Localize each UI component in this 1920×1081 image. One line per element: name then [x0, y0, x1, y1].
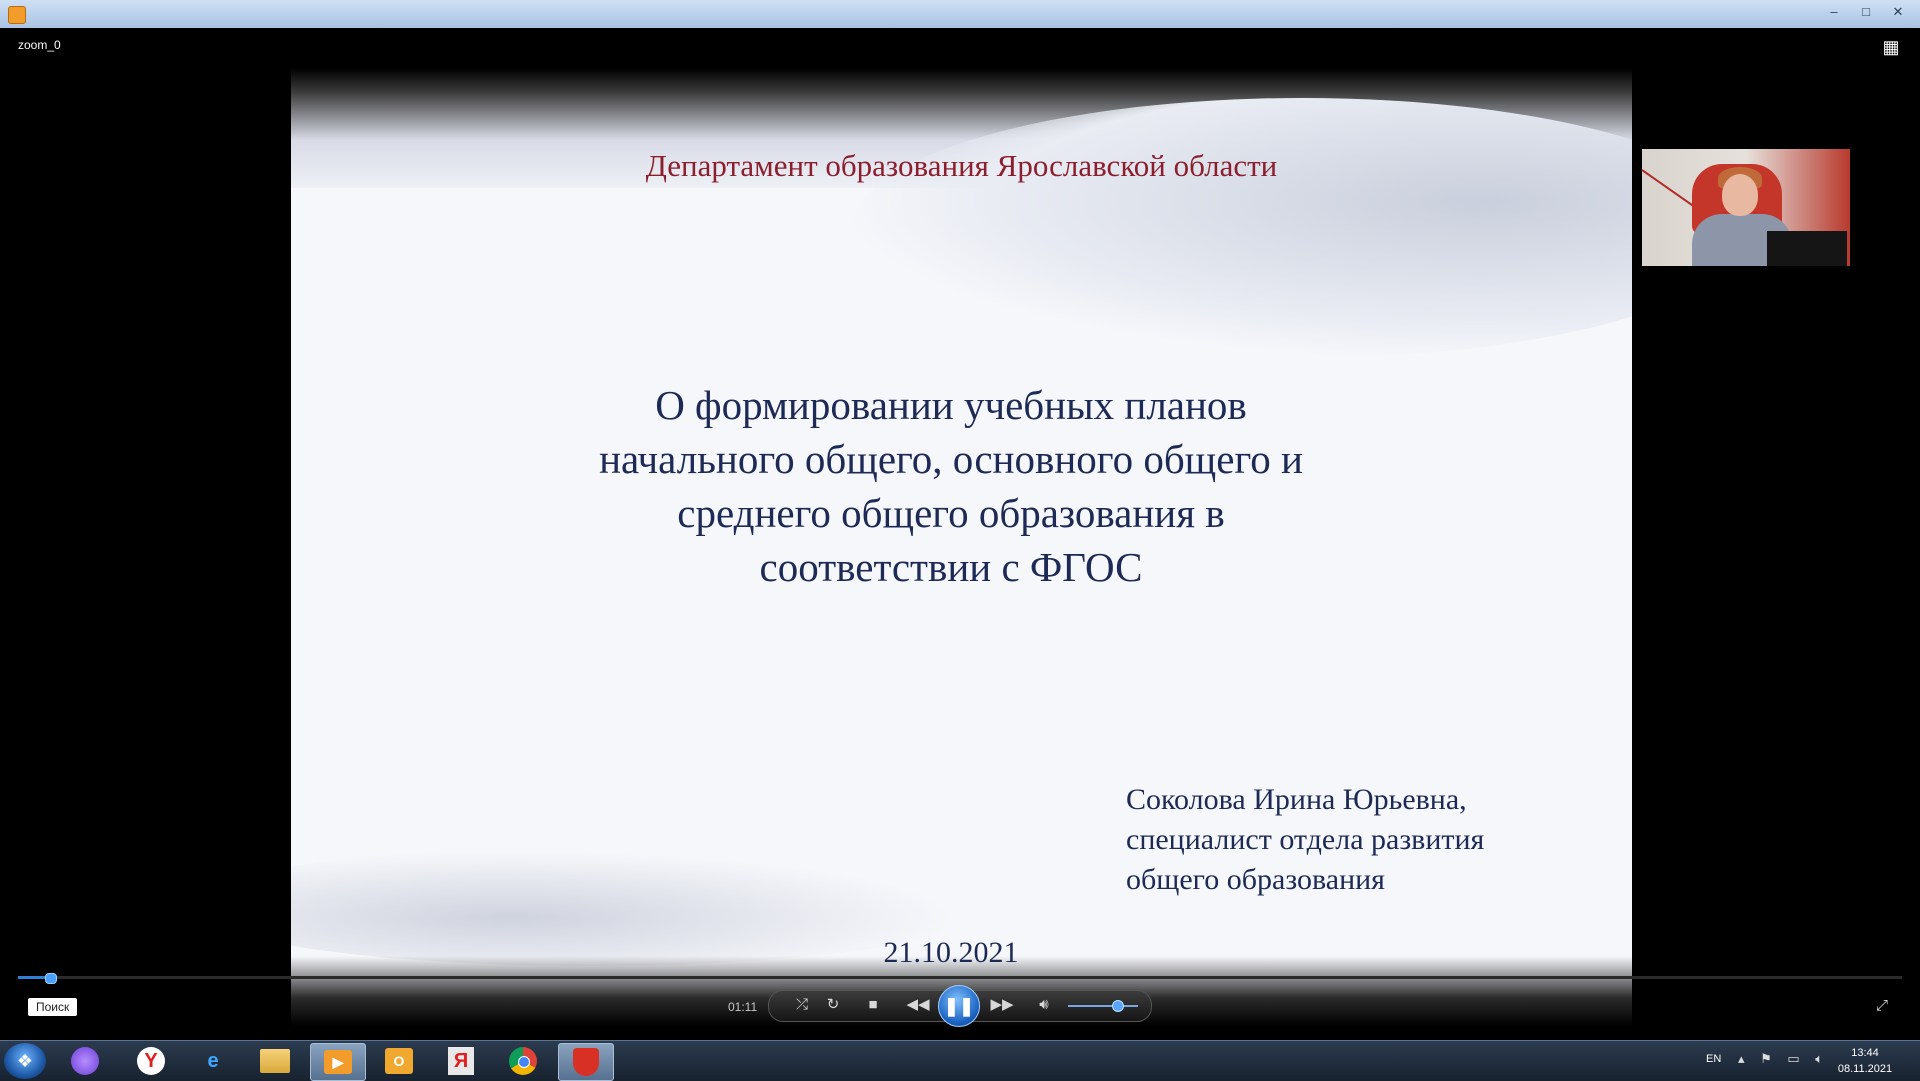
- file-explorer-icon[interactable]: [248, 1043, 302, 1079]
- shuffle-icon[interactable]: ⤮: [790, 995, 814, 1015]
- window-controls: – □ ✕: [1822, 3, 1910, 21]
- alice-app-icon[interactable]: [58, 1043, 112, 1079]
- seek-bar[interactable]: [18, 973, 1902, 984]
- title-line: среднего общего образования в: [677, 490, 1225, 536]
- slide-main-title: О формировании учебных планов начального…: [511, 378, 1391, 594]
- internet-explorer-icon[interactable]: e: [186, 1043, 240, 1079]
- system-clock[interactable]: 13:44 08.11.2021: [1830, 1045, 1900, 1077]
- department-title: Департамент образования Ярославской обла…: [645, 148, 1278, 183]
- close-button[interactable]: ✕: [1886, 3, 1910, 21]
- video-area[interactable]: zoom_0 ▦ Департамент образования Ярослав…: [6, 28, 1914, 1030]
- search-button[interactable]: Поиск: [28, 998, 78, 1016]
- media-player-app-icon: [8, 6, 26, 24]
- volume-slider[interactable]: [1068, 1005, 1138, 1007]
- speaker-video-thumbnail[interactable]: [1642, 149, 1850, 266]
- maximize-button[interactable]: □: [1854, 3, 1878, 21]
- start-button[interactable]: ❖: [4, 1043, 46, 1079]
- clock-date: 08.11.2021: [1837, 1063, 1893, 1075]
- volume-icon[interactable]: 🔊︎: [1032, 995, 1056, 1015]
- security-app-icon[interactable]: [558, 1043, 614, 1081]
- system-tray-icons[interactable]: ▴ ⚑ ▭ 🔈︎: [1738, 1051, 1829, 1067]
- outlook-icon[interactable]: O: [372, 1043, 426, 1079]
- minimize-button[interactable]: –: [1822, 3, 1846, 21]
- media-player-taskbar-icon[interactable]: ▶: [310, 1043, 366, 1081]
- speaker-face: [1722, 174, 1758, 216]
- author-line: общего образования: [1126, 863, 1385, 896]
- rewind-icon[interactable]: ◀◀: [906, 995, 930, 1015]
- slide-author: Соколова Ирина Юрьевна, специалист отдел…: [1126, 780, 1606, 900]
- fast-forward-icon[interactable]: ▶▶: [990, 995, 1014, 1015]
- elapsed-time: 01:11: [728, 1000, 758, 1014]
- stop-icon[interactable]: ■: [861, 995, 885, 1015]
- seek-handle[interactable]: [45, 973, 58, 984]
- repeat-icon[interactable]: ↻: [821, 995, 845, 1015]
- volume-handle[interactable]: [1112, 1000, 1124, 1012]
- window-titlebar: – □ ✕: [0, 0, 1920, 28]
- participant-window-name: zoom_0: [18, 38, 61, 52]
- presentation-slide: Департамент образования Ярославской обла…: [291, 68, 1632, 1026]
- yandex-icon[interactable]: Я: [434, 1043, 488, 1079]
- windows-taskbar: ❖ Y e ▶ O Я EN ▴ ⚑ ▭ 🔈︎ 13:44 08.11.2021: [0, 1040, 1920, 1081]
- author-line: специалист отдела развития: [1126, 823, 1485, 856]
- title-line: соответствии с ФГОС: [759, 544, 1143, 590]
- title-line: начального общего, основного общего и: [599, 436, 1303, 482]
- author-line: Соколова Ирина Юрьевна,: [1126, 783, 1467, 816]
- clock-time: 13:44: [1851, 1047, 1879, 1059]
- language-indicator[interactable]: EN: [1706, 1053, 1721, 1065]
- pause-button[interactable]: ❚❚: [938, 985, 980, 1027]
- layout-icon[interactable]: ▦: [1880, 36, 1902, 58]
- monitor: [1767, 231, 1847, 266]
- switch-to-fullscreen-icon[interactable]: ⤢: [1876, 997, 1888, 1014]
- title-line: О формировании учебных планов: [655, 382, 1247, 428]
- chrome-icon[interactable]: [496, 1043, 550, 1079]
- yandex-browser-icon[interactable]: Y: [124, 1043, 178, 1079]
